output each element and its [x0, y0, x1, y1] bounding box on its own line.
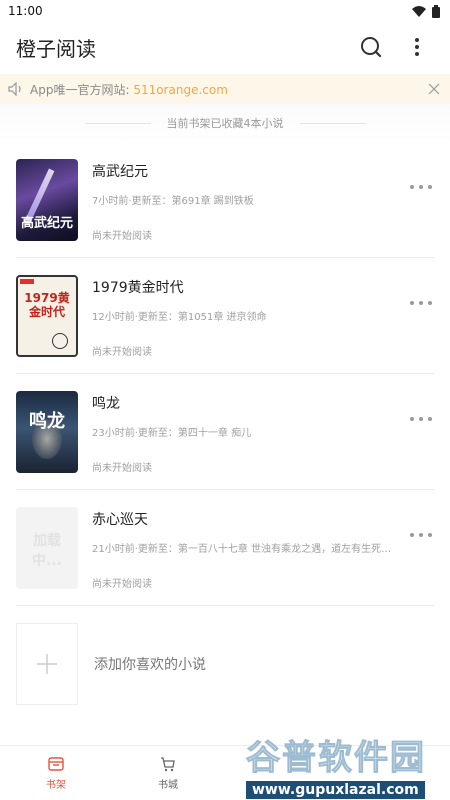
book-title: 1979黄金时代 — [92, 279, 184, 296]
bookshelf-icon — [48, 756, 64, 771]
add-book-label: 添加你喜欢的小说 — [94, 657, 206, 673]
book-more-button[interactable] — [410, 182, 432, 192]
divider — [84, 122, 151, 124]
book-item[interactable]: 1979黄金时代 1979黄金时代 12小时前·更新至：第1051章 进京领命 … — [16, 258, 434, 374]
book-read-status: 尚未开始阅读 — [92, 578, 152, 590]
status-bar: 11:00 — [0, 0, 450, 22]
book-item[interactable]: 鸣龙 鸣龙 23小时前·更新至：第四十一章 痴儿 尚未开始阅读 — [16, 374, 434, 490]
search-icon — [361, 37, 382, 58]
cart-icon — [161, 756, 175, 771]
book-update: 7小时前·更新至：第691章 踢到铁板 — [92, 195, 254, 207]
book-cover-placeholder: 加载中... — [16, 506, 78, 589]
book-info: 高武纪元 7小时前·更新至：第691章 踢到铁板 尚未开始阅读 — [92, 159, 434, 242]
more-menu-button[interactable] — [400, 30, 434, 64]
book-more-button[interactable] — [410, 530, 432, 540]
book-update: 23小时前·更新至：第四十一章 痴儿 — [92, 427, 252, 439]
book-info: 赤心巡天 21小时前·更新至：第一百八十七章 世浊有乘龙之遇，道左有生死之...… — [92, 507, 434, 590]
add-book-row[interactable]: 添加你喜欢的小说 — [16, 606, 434, 722]
book-item[interactable]: 加载中... 赤心巡天 21小时前·更新至：第一百八十七章 世浊有乘龙之遇，道左… — [16, 490, 434, 606]
book-cover: 1979黄金时代 — [16, 274, 78, 357]
status-icons — [412, 4, 440, 18]
book-more-button[interactable] — [410, 414, 432, 424]
book-info: 1979黄金时代 12小时前·更新至：第1051章 进京领命 尚未开始阅读 — [92, 275, 434, 358]
book-title: 鸣龙 — [92, 395, 120, 412]
book-cover: 鸣龙 — [16, 390, 78, 473]
cover-title: 1979黄金时代 — [24, 290, 70, 319]
book-title: 高武纪元 — [92, 163, 148, 180]
watermark-url: www.gupuxlazal.com — [246, 781, 425, 799]
cover-title: 鸣龙 — [29, 410, 65, 432]
book-more-button[interactable] — [410, 298, 432, 308]
app-header: 橙子阅读 — [0, 22, 450, 72]
plus-icon — [37, 654, 57, 674]
close-icon[interactable] — [428, 83, 440, 95]
wifi-icon — [412, 5, 426, 17]
watermark: 谷普软件园 www.gupuxlazal.com — [246, 730, 446, 799]
book-title: 赤心巡天 — [92, 511, 148, 528]
page-title: 橙子阅读 — [16, 36, 96, 61]
book-item[interactable]: 高武纪元 高武纪元 7小时前·更新至：第691章 踢到铁板 尚未开始阅读 — [16, 142, 434, 258]
nav-store[interactable]: 书城 — [112, 746, 224, 800]
official-site-link[interactable]: 511orange.com — [133, 83, 228, 97]
nav-store-label: 书城 — [158, 779, 178, 791]
book-read-status: 尚未开始阅读 — [92, 230, 152, 242]
status-time: 11:00 — [8, 4, 43, 18]
nav-shelf-label: 书架 — [46, 779, 66, 791]
book-update: 21小时前·更新至：第一百八十七章 世浊有乘龙之遇，道左有生死之... — [92, 543, 397, 555]
notice-bar: App唯一官方网站: 511orange.com — [0, 74, 450, 104]
battery-icon — [432, 4, 440, 18]
book-cover: 高武纪元 — [16, 158, 78, 241]
book-update: 12小时前·更新至：第1051章 进京领命 — [92, 311, 267, 323]
cover-title: 高武纪元 — [20, 215, 73, 231]
notice-text: App唯一官方网站: 511orange.com — [30, 81, 428, 98]
notice-prefix: App唯一官方网站: — [30, 82, 134, 97]
more-vertical-icon — [415, 38, 419, 56]
add-book-button[interactable] — [16, 623, 78, 705]
shelf-summary: 当前书架已收藏4本小说 — [0, 104, 450, 142]
nav-shelf[interactable]: 书架 — [0, 746, 112, 800]
divider — [299, 122, 366, 124]
watermark-title: 谷普软件园 — [246, 738, 426, 779]
speaker-icon — [8, 82, 21, 96]
book-info: 鸣龙 23小时前·更新至：第四十一章 痴儿 尚未开始阅读 — [92, 391, 434, 474]
cover-loading-text: 加载中... — [32, 532, 62, 569]
shelf-count-text: 当前书架已收藏4本小说 — [166, 117, 284, 130]
book-list: 高武纪元 高武纪元 7小时前·更新至：第691章 踢到铁板 尚未开始阅读 197… — [0, 142, 450, 722]
search-button[interactable] — [354, 30, 388, 64]
book-read-status: 尚未开始阅读 — [92, 346, 152, 358]
book-read-status: 尚未开始阅读 — [92, 462, 152, 474]
